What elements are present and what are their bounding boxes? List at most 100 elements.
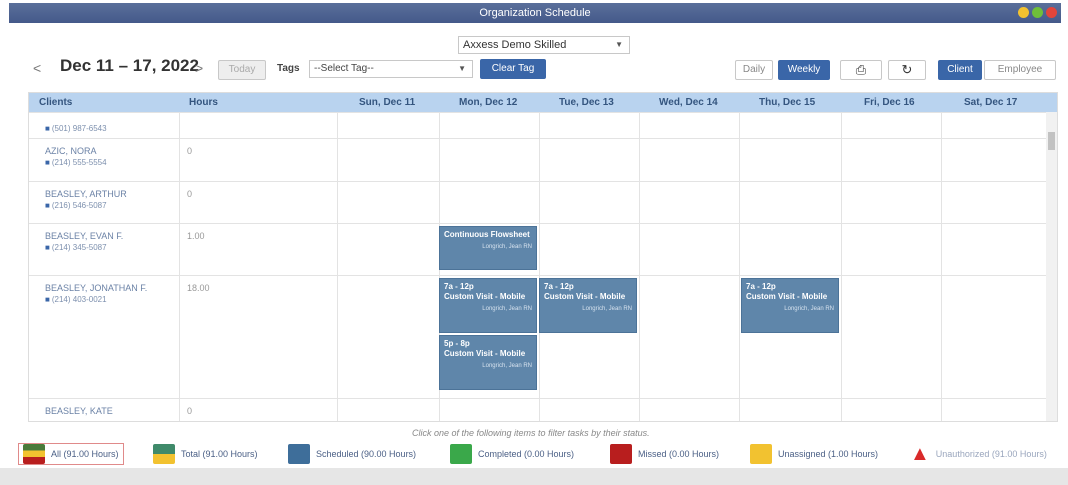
event-time: 5p - 8p (444, 339, 470, 348)
previous-week-button[interactable]: < (33, 60, 41, 76)
client-cell[interactable]: BEASLEY, EVAN F.(214) 345-5087 (45, 231, 123, 253)
window-titlebar: Organization Schedule (9, 3, 1061, 23)
event-time: 7a - 12p (444, 282, 474, 291)
schedule-event[interactable]: Continuous Flowsheet Longrich, Jean RN (439, 226, 537, 270)
client-hours: 0 (187, 189, 193, 199)
client-hours: 0 (187, 406, 193, 416)
status-bar (0, 468, 1068, 485)
grid-header: Clients Hours Sun, Dec 11 Mon, Dec 12 Tu… (29, 93, 1057, 112)
client-name: BEASLEY, ARTHUR (45, 189, 127, 199)
legend-hint: Click one of the following items to filt… (412, 428, 650, 438)
legend-total[interactable]: Total (91.00 Hours) (153, 443, 258, 465)
client-cell[interactable]: BEASLEY, JONATHAN F.(214) 403-0021 (45, 283, 147, 305)
legend-missed[interactable]: Missed (0.00 Hours) (610, 443, 719, 465)
event-assignee: Longrich, Jean RN (482, 306, 532, 312)
close-button[interactable] (1046, 7, 1057, 18)
table-row: BEASLEY, JONATHAN F.(214) 403-0021 18.00 (29, 275, 1047, 398)
table-row: BEASLEY, KATE 0 (29, 398, 1047, 421)
app-window: Organization Schedule Axxess Demo Skille… (0, 0, 1068, 485)
employee-toggle-button[interactable]: Employee (984, 60, 1056, 80)
client-cell[interactable]: AZIC, NORA(214) 555-5554 (45, 146, 107, 168)
tags-label: Tags (277, 63, 300, 74)
client-cell[interactable]: (501) 987-6543 (45, 123, 107, 134)
grid-scrollbar[interactable] (1046, 112, 1057, 421)
today-button[interactable]: Today (218, 60, 266, 80)
refresh-icon[interactable]: ↻ (888, 60, 926, 80)
client-hours: 18.00 (187, 283, 210, 293)
column-header-sat: Sat, Dec 17 (964, 97, 1018, 108)
schedule-event[interactable]: 7a - 12p Custom Visit - Mobile Longrich,… (539, 278, 637, 333)
client-phone: (214) 555-5554 (45, 157, 107, 168)
event-title: Custom Visit - Mobile (746, 292, 828, 301)
service-select-value: Axxess Demo Skilled (463, 39, 567, 51)
legend-label: All (91.00 Hours) (51, 449, 119, 459)
client-phone: (216) 546-5087 (45, 200, 127, 211)
clear-tag-button[interactable]: Clear Tag (480, 59, 546, 79)
table-row: AZIC, NORA(214) 555-5554 0 (29, 138, 1047, 181)
tag-select[interactable]: --Select Tag-- ▼ (309, 60, 473, 78)
client-name: BEASLEY, JONATHAN F. (45, 283, 148, 293)
column-header-sun: Sun, Dec 11 (359, 97, 416, 108)
next-week-button[interactable]: > (195, 60, 203, 76)
event-title: Custom Visit - Mobile (444, 292, 526, 301)
print-icon[interactable]: ⎙ (840, 60, 882, 80)
column-header-thu: Thu, Dec 15 (759, 97, 816, 108)
table-row: BEASLEY, ARTHUR(216) 546-5087 0 (29, 181, 1047, 223)
event-assignee: Longrich, Jean RN (482, 363, 532, 369)
legend-all[interactable]: All (91.00 Hours) (18, 443, 124, 465)
schedule-event[interactable]: 7a - 12p Custom Visit - Mobile Longrich,… (439, 278, 537, 333)
status-legend: All (91.00 Hours) Total (91.00 Hours) Sc… (18, 441, 1060, 467)
legend-label: Missed (0.00 Hours) (638, 449, 720, 459)
client-name: BEASLEY, EVAN F. (45, 231, 124, 241)
client-phone: (214) 345-5087 (45, 242, 123, 253)
column-header-fri: Fri, Dec 16 (864, 97, 915, 108)
legend-scheduled[interactable]: Scheduled (90.00 Hours) (288, 443, 416, 465)
window-title: Organization Schedule (479, 7, 591, 19)
column-header-clients[interactable]: Clients (39, 93, 72, 112)
legend-swatch (23, 444, 45, 464)
date-range-title: Dec 11 – 17, 2022 (60, 56, 199, 75)
schedule-event[interactable]: 7a - 12p Custom Visit - Mobile Longrich,… (741, 278, 839, 333)
event-assignee: Longrich, Jean RN (482, 244, 532, 250)
minimize-button[interactable] (1018, 7, 1029, 18)
legend-label: Completed (0.00 Hours) (478, 449, 575, 459)
legend-completed[interactable]: Completed (0.00 Hours) (450, 443, 574, 465)
schedule-event[interactable]: 5p - 8p Custom Visit - Mobile Longrich, … (439, 335, 537, 390)
legend-unassigned[interactable]: Unassigned (1.00 Hours) (750, 443, 878, 465)
legend-swatch (153, 444, 175, 464)
event-title: Custom Visit - Mobile (444, 349, 526, 358)
legend-swatch (450, 444, 472, 464)
scrollbar-thumb[interactable] (1048, 132, 1055, 150)
client-phone: (214) 403-0021 (45, 294, 147, 305)
legend-label: Unassigned (1.00 Hours) (778, 449, 879, 459)
daily-view-button[interactable]: Daily (735, 60, 773, 80)
legend-swatch (288, 444, 310, 464)
client-name: BEASLEY, KATE (45, 406, 113, 416)
legend-swatch (750, 444, 772, 464)
event-assignee: Longrich, Jean RN (784, 306, 834, 312)
legend-label: Scheduled (90.00 Hours) (316, 449, 417, 459)
tag-select-value: --Select Tag-- (314, 63, 374, 74)
warning-icon: ▲ (910, 443, 930, 465)
legend-swatch (610, 444, 632, 464)
legend-label: Total (91.00 Hours) (181, 449, 258, 459)
schedule-toolbar: Axxess Demo Skilled ▼ < Dec 11 – 17, 202… (0, 24, 1068, 88)
schedule-grid: Clients Hours Sun, Dec 11 Mon, Dec 12 Tu… (28, 92, 1058, 422)
client-hours: 0 (187, 146, 193, 156)
chevron-down-icon: ▼ (458, 64, 466, 73)
column-header-wed: Wed, Dec 14 (659, 97, 718, 108)
table-row: (501) 987-6543 (29, 112, 1047, 138)
event-time: 7a - 12p (544, 282, 574, 291)
client-cell[interactable]: BEASLEY, KATE (45, 406, 113, 417)
maximize-button[interactable] (1032, 7, 1043, 18)
weekly-view-button[interactable]: Weekly (778, 60, 830, 80)
event-title: Custom Visit - Mobile (544, 292, 626, 301)
event-title: Continuous Flowsheet (444, 230, 530, 239)
client-toggle-button[interactable]: Client (938, 60, 982, 80)
service-select[interactable]: Axxess Demo Skilled ▼ (458, 36, 630, 54)
client-phone: (501) 987-6543 (45, 123, 107, 134)
client-cell[interactable]: BEASLEY, ARTHUR(216) 546-5087 (45, 189, 127, 211)
legend-unauthorized[interactable]: ▲ Unauthorized (91.00 Hours) (910, 443, 1047, 465)
legend-label: Unauthorized (91.00 Hours) (935, 449, 1047, 459)
column-header-hours[interactable]: Hours (189, 93, 218, 112)
